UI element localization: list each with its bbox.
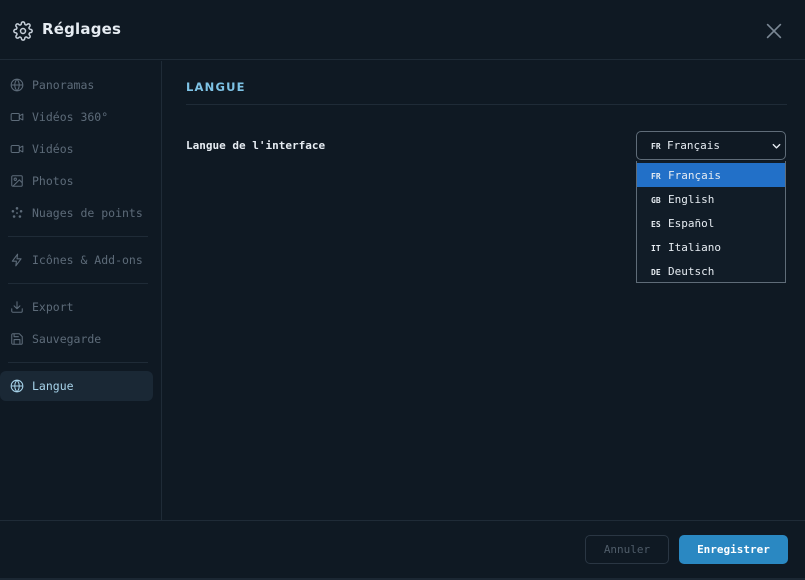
lightning-icon bbox=[11, 253, 22, 267]
cancel-button[interactable]: Annuler bbox=[585, 535, 669, 564]
sidebar-divider bbox=[8, 362, 148, 363]
save-button[interactable]: Enregistrer bbox=[679, 535, 788, 564]
sidebar-item-photos[interactable]: Photos bbox=[0, 166, 153, 196]
language-code: FR bbox=[651, 142, 661, 151]
sidebar-item-export[interactable]: Export bbox=[0, 292, 153, 322]
language-select-value: Français bbox=[667, 139, 720, 152]
sidebar-item-label: Export bbox=[32, 300, 74, 314]
sidebar-item-label: Vidéos 360° bbox=[32, 110, 109, 124]
image-icon bbox=[11, 175, 23, 187]
language-code: DE bbox=[651, 268, 661, 277]
dialog-header: Réglages bbox=[0, 0, 805, 60]
sidebar-item-panoramas[interactable]: Panoramas bbox=[0, 70, 153, 100]
language-option-it[interactable]: IT Italiano bbox=[637, 235, 785, 259]
sidebar-item-point-clouds[interactable]: Nuages de points bbox=[0, 198, 153, 228]
settings-content: LANGUE Langue de l'interface FR Français… bbox=[162, 61, 805, 520]
globe-icon bbox=[10, 78, 24, 92]
language-option-fr[interactable]: FR Français bbox=[637, 163, 785, 187]
sidebar-item-label: Photos bbox=[32, 174, 74, 188]
sidebar-item-icons-addons[interactable]: Icônes & Add-ons bbox=[0, 245, 153, 275]
dialog-footer: Annuler Enregistrer bbox=[0, 520, 805, 578]
settings-dialog: Réglages Panoramas Vidéos 360° Vidéos Ph… bbox=[0, 0, 805, 580]
sidebar-item-language[interactable]: Langue bbox=[0, 371, 153, 401]
language-code: IT bbox=[651, 244, 661, 253]
language-select[interactable]: FR Français bbox=[636, 131, 786, 160]
language-code: GB bbox=[651, 196, 661, 205]
close-icon[interactable] bbox=[763, 20, 785, 42]
sidebar-item-videos-360[interactable]: Vidéos 360° bbox=[0, 102, 153, 132]
language-dropdown: FR Français GB English ES Español IT Ita… bbox=[636, 161, 786, 283]
download-icon bbox=[11, 301, 23, 313]
sidebar-item-label: Nuages de points bbox=[32, 206, 143, 220]
video-camera-icon bbox=[10, 112, 24, 122]
sidebar-item-videos[interactable]: Vidéos bbox=[0, 134, 153, 164]
globe-icon bbox=[10, 379, 24, 393]
sidebar-item-label: Sauvegarde bbox=[32, 332, 102, 346]
language-option-gb[interactable]: GB English bbox=[637, 187, 785, 211]
language-option-label: English bbox=[668, 193, 715, 206]
language-option-es[interactable]: ES Español bbox=[637, 211, 785, 235]
sidebar-divider bbox=[8, 236, 148, 237]
section-divider bbox=[186, 104, 787, 105]
language-code: FR bbox=[651, 172, 661, 181]
sidebar-item-label: Icônes & Add-ons bbox=[32, 253, 143, 267]
sidebar-divider bbox=[8, 283, 148, 284]
save-icon bbox=[11, 333, 23, 345]
language-option-label: Deutsch bbox=[668, 265, 715, 278]
point-cloud-icon bbox=[11, 207, 23, 218]
language-code: ES bbox=[651, 220, 661, 229]
section-title: LANGUE bbox=[186, 80, 246, 94]
language-option-de[interactable]: DE Deutsch bbox=[637, 259, 785, 283]
interface-language-label: Langue de l'interface bbox=[186, 139, 326, 152]
dialog-title: Réglages bbox=[42, 20, 122, 38]
sidebar-item-backup[interactable]: Sauvegarde bbox=[0, 324, 153, 354]
gear-icon bbox=[13, 21, 33, 41]
sidebar-item-label: Vidéos bbox=[32, 142, 74, 156]
language-option-label: Italiano bbox=[668, 241, 721, 254]
chevron-down-icon bbox=[772, 143, 781, 149]
language-option-label: Español bbox=[668, 217, 715, 230]
video-camera-icon bbox=[10, 144, 24, 154]
settings-sidebar: Panoramas Vidéos 360° Vidéos Photos Nuag… bbox=[0, 61, 162, 520]
language-option-label: Français bbox=[668, 169, 721, 182]
sidebar-item-label: Langue bbox=[32, 379, 74, 393]
sidebar-item-label: Panoramas bbox=[32, 78, 95, 92]
